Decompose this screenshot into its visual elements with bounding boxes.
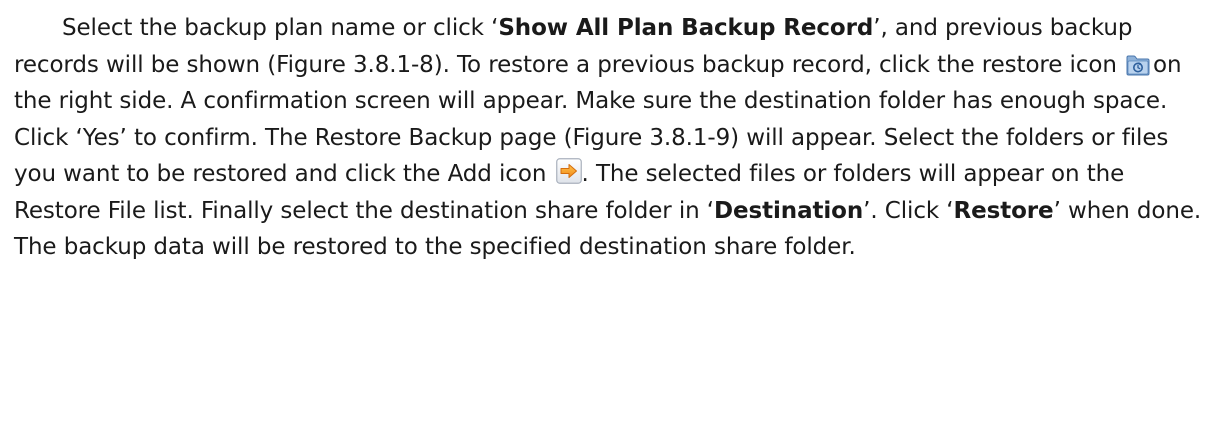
text-segment: ’. Click ‘ (863, 197, 954, 224)
destination-label: Destination (714, 197, 864, 224)
document-page: Select the backup plan name or click ‘Sh… (0, 0, 1226, 446)
restore-icon (1126, 55, 1150, 75)
show-all-plan-backup-record-label: Show All Plan Backup Record (498, 15, 874, 41)
text-segment: Select the backup plan name or click ‘ (62, 15, 499, 41)
instruction-paragraph: Select the backup plan name or click ‘Sh… (14, 10, 1212, 266)
restore-label: Restore (953, 197, 1054, 224)
add-icon (555, 158, 582, 184)
